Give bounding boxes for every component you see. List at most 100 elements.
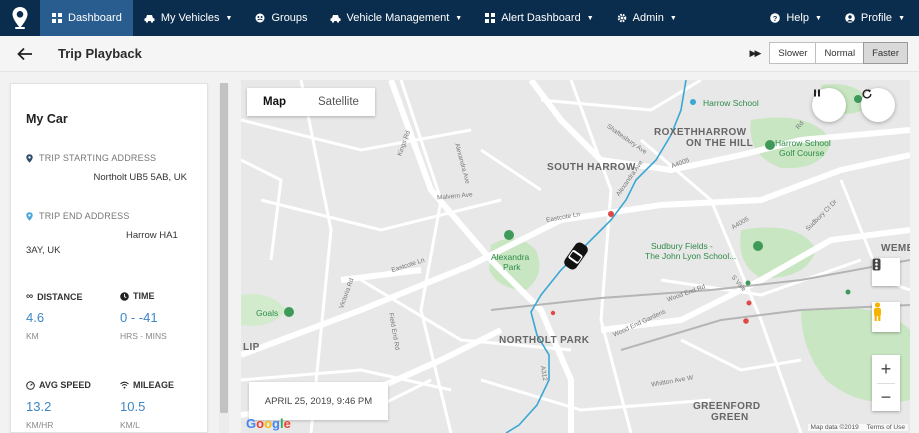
map-label-lip: LIP [243, 342, 260, 353]
mileage-value: 10.5 [120, 399, 146, 414]
avg-speed-value: 13.2 [26, 399, 52, 414]
nav-dashboard-label: Dashboard [68, 12, 122, 24]
car-icon [144, 12, 156, 24]
svg-text:?: ? [773, 14, 778, 23]
speed-slower-button[interactable]: Slower [769, 42, 817, 64]
back-button[interactable] [0, 36, 50, 72]
playback-datetime: APRIL 25, 2019, 9:46 PM [249, 382, 388, 420]
map-data-attribution: Map data ©2019 [810, 424, 859, 431]
map-label-harrow-golf-2: Golf Course [779, 148, 825, 158]
arrow-left-icon [17, 47, 32, 60]
mileage-unit: KM/L [120, 420, 140, 430]
speed-normal-button[interactable]: Normal [815, 42, 865, 64]
map-label-harrow-school: Harrow School [703, 98, 759, 108]
nav-groups[interactable]: Groups [243, 0, 318, 36]
avg-speed-unit: KM/HR [26, 420, 54, 430]
chevron-down-icon: ▼ [669, 14, 677, 22]
help-icon: ? [769, 12, 781, 24]
nav-alert-dashboard[interactable]: Alert Dashboard ▼ [473, 0, 604, 36]
traffic-layer-button[interactable] [872, 258, 900, 286]
map-label-on-the-hill: ON THE HILL [686, 138, 754, 149]
panel-scrollbar[interactable] [219, 83, 229, 433]
nav-alert-dashboard-label: Alert Dashboard [501, 12, 581, 24]
map-label-harrow: HARROW [698, 127, 747, 138]
zoom-controls: + − [872, 355, 900, 411]
map-type-map-button[interactable]: Map [247, 88, 302, 116]
car-name: My Car [26, 112, 68, 126]
trip-details-panel: My Car TRIP STARTING ADDRESS Northolt UB… [0, 73, 233, 433]
trip-start-address: Northolt UB5 5AB, UK [93, 172, 187, 183]
map-label-northolt-park: NORTHOLT PARK [499, 335, 590, 346]
trip-start-label: TRIP STARTING ADDRESS [26, 153, 156, 163]
avg-speed-label: AVG SPEED [26, 380, 91, 390]
street-view-pegman[interactable] [872, 302, 900, 332]
map-label-green: GREEN [711, 412, 749, 423]
replay-button[interactable] [861, 88, 895, 122]
brand-logo[interactable] [0, 0, 40, 36]
nav-admin[interactable]: Admin ▼ [605, 0, 688, 36]
scrollbar-thumb[interactable] [220, 83, 228, 413]
chevron-down-icon: ▼ [455, 14, 463, 22]
map-label-roxeth: ROXETH [654, 127, 699, 138]
groups-icon [254, 12, 266, 24]
nav-dashboard[interactable]: Dashboard [40, 0, 133, 36]
fast-forward-icon: ▶▶ [749, 47, 762, 58]
nav-help[interactable]: ? Help ▼ [758, 0, 833, 36]
time-unit: HRS - MINS [120, 331, 167, 341]
trip-map[interactable]: SOUTH HARROW ROXETH HARROW ON THE HILL N… [241, 80, 910, 433]
infinity-icon: ∞ [26, 291, 34, 302]
gear-icon [616, 12, 628, 24]
map-label-wemb: WEMB [881, 243, 910, 254]
nav-help-label: Help [786, 12, 809, 24]
location-pin-icon [26, 153, 33, 163]
speedometer-icon [26, 380, 35, 390]
page-title: Trip Playback [58, 46, 142, 61]
time-label-text: TIME [133, 291, 155, 301]
map-label-alexandra-1: Alexandra [491, 252, 530, 262]
nav-groups-label: Groups [271, 12, 308, 24]
distance-label-text: DISTANCE [37, 291, 83, 302]
map-label-harrow-golf-1: Harrow School [775, 138, 831, 148]
mileage-label-text: MILEAGE [133, 380, 175, 390]
signal-icon [120, 381, 129, 389]
location-pin-icon [26, 211, 33, 221]
map-type-toggle: Map Satellite [247, 88, 375, 116]
map-label-south-harrow: SOUTH HARROW [547, 162, 636, 173]
map-type-satellite-button[interactable]: Satellite [302, 88, 375, 116]
map-label-sudbury-1: Sudbury Fields - [651, 241, 713, 251]
speed-faster-button[interactable]: Faster [863, 42, 908, 64]
map-label-greenford: GREENFORD [693, 401, 761, 412]
map-attribution: Map data ©2019 Terms of Use [807, 424, 908, 431]
zoom-in-button[interactable]: + [881, 355, 892, 383]
clock-icon [120, 291, 129, 301]
nav-vehicle-management[interactable]: Vehicle Management ▼ [319, 0, 474, 36]
location-pin-logo-icon [12, 7, 28, 29]
traffic-light-icon [872, 258, 881, 271]
car-icon [330, 12, 342, 24]
nav-admin-label: Admin [632, 12, 664, 24]
distance-unit: KM [26, 331, 39, 341]
top-navigation-bar: Dashboard My Vehicles ▼ Groups Vehicle M… [0, 0, 919, 36]
nav-vehicle-management-label: Vehicle Management [346, 12, 450, 24]
avg-speed-label-text: AVG SPEED [39, 380, 91, 390]
dashboard-icon [51, 12, 63, 24]
distance-value: 4.6 [26, 310, 45, 325]
distance-label: ∞ DISTANCE [26, 291, 82, 302]
chevron-down-icon: ▼ [225, 14, 233, 22]
map-label-goals: Goals [256, 308, 279, 318]
terms-of-use-link[interactable]: Terms of Use [867, 424, 905, 431]
trip-info-card: My Car TRIP STARTING ADDRESS Northolt UB… [10, 83, 208, 433]
trip-end-address-line1: Harrow HA1 [126, 230, 178, 241]
trip-end-label-text: TRIP END ADDRESS [39, 211, 130, 221]
pause-button[interactable] [812, 88, 846, 122]
chevron-down-icon: ▼ [898, 14, 905, 22]
map-label-sudbury-2: The John Lyon School... [645, 251, 737, 261]
nav-profile[interactable]: Profile ▼ [833, 0, 919, 36]
pegman-icon [874, 302, 881, 321]
nav-my-vehicles[interactable]: My Vehicles ▼ [133, 0, 244, 36]
page-header: Trip Playback ▶▶ Slower Normal Faster [0, 36, 919, 72]
grid-icon [484, 12, 496, 24]
zoom-out-button[interactable]: − [881, 384, 892, 411]
playback-speed-control: ▶▶ Slower Normal Faster [750, 42, 908, 64]
mileage-label: MILEAGE [120, 380, 174, 390]
